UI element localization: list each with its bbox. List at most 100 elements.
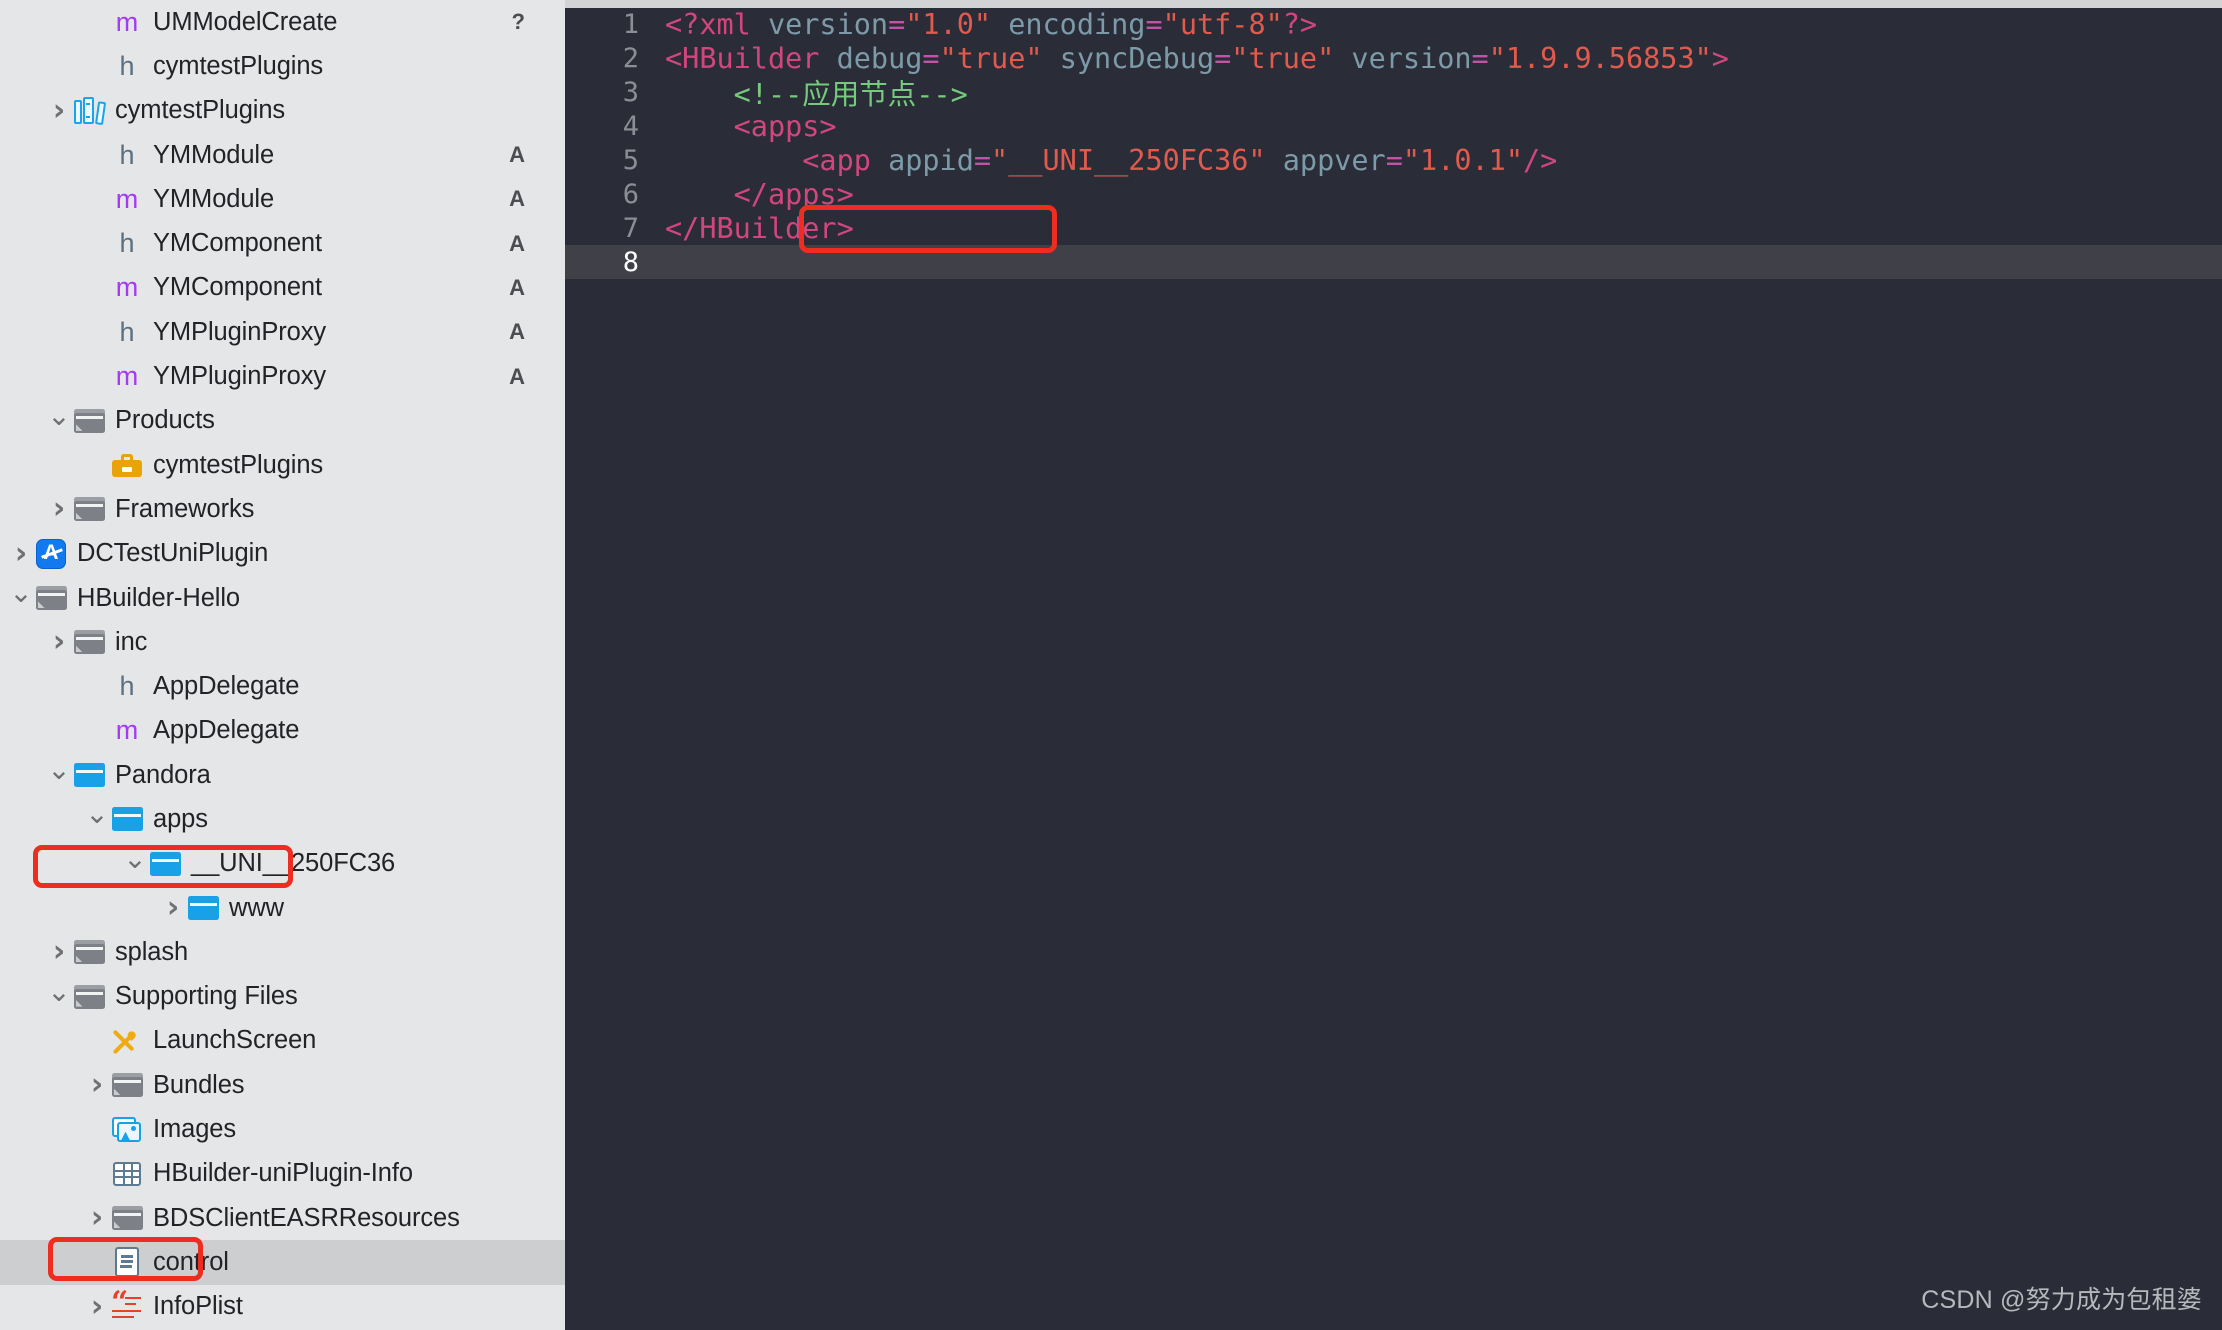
project-file-tree[interactable]: m UMModelCreate? h cymtestPlugins cymtestPlu… <box>0 0 565 1329</box>
folder-gray-icon <box>110 1203 144 1233</box>
code-token-tag: <apps> <box>665 110 837 144</box>
tree-item-cymtestplugins[interactable]: cymtestPlugins <box>0 443 565 487</box>
project-navigator-sidebar[interactable]: m UMModelCreate? h cymtestPlugins cymtestPlu… <box>0 0 565 1330</box>
code-token-tag: /> <box>1522 144 1558 177</box>
tree-item-ymcomponent[interactable]: m YMComponent A <box>0 266 565 310</box>
code-token-eq: = <box>973 144 992 177</box>
chevron-right-icon[interactable] <box>46 627 72 657</box>
code-token-attr: version <box>767 8 889 42</box>
tree-item-ympluginproxy[interactable]: m YMPluginProxy A <box>0 354 565 398</box>
code-line[interactable]: 5 <app appid="__UNI__250FC36" appver="1.… <box>565 144 2222 178</box>
tree-item-apps[interactable]: apps <box>0 797 565 841</box>
tree-item-infoplist[interactable]: InfoPlist <box>0 1285 565 1329</box>
tree-item-label: YMPluginProxy <box>153 362 327 391</box>
tree-item-dctestuniplugin[interactable]: DCTestUniPlugin <box>0 532 565 576</box>
xml-code-content[interactable]: 1 <?xml version="1.0" encoding="utf-8"?> 2… <box>565 8 2222 280</box>
chevron-right-icon[interactable] <box>46 937 72 967</box>
code-line[interactable]: 4 <apps> <box>565 110 2222 144</box>
tree-item-cymtestplugins[interactable]: cymtestPlugins <box>0 89 565 133</box>
folder-gray-icon <box>72 982 106 1012</box>
code-token-str: "utf-8" <box>1162 8 1283 42</box>
chevron-right-icon[interactable] <box>84 1070 110 1100</box>
code-token-str: "true" <box>1231 42 1335 76</box>
plist-grid-icon <box>110 1159 144 1189</box>
line-number: 2 <box>622 43 639 75</box>
tree-item-appdelegate[interactable]: h AppDelegate <box>0 664 565 708</box>
tree-item-images[interactable]: Images <box>0 1107 565 1151</box>
tree-item-control[interactable]: control <box>0 1240 565 1285</box>
chevron-down-icon[interactable] <box>122 850 148 878</box>
tree-item-inc[interactable]: inc <box>0 620 565 664</box>
tree-item-ymmodule[interactable]: h YMModule A <box>0 133 565 177</box>
m-file-icon: m <box>115 6 139 37</box>
tree-item-pandora[interactable]: Pandora <box>0 753 565 797</box>
tree-item-label: __UNI__250FC36 <box>191 849 396 878</box>
tree-item-hbuilder-uniplugin-info[interactable]: HBuilder-uniPlugin-Info <box>0 1152 565 1196</box>
xcode-window: m UMModelCreate? h cymtestPlugins cymtestPlu… <box>0 0 2222 1330</box>
scm-status-badge: A <box>509 186 525 212</box>
tree-item-label: DCTestUniPlugin <box>77 539 269 568</box>
code-token-tag: <?xml <box>665 8 768 42</box>
code-line-text: <!--应用节点--> <box>665 72 2222 113</box>
code-editor-pane[interactable]: 1 <?xml version="1.0" encoding="utf-8"?> 2… <box>565 0 2222 1330</box>
code-token-attr: appver <box>1282 144 1386 177</box>
line-number: 5 <box>622 145 639 176</box>
chevron-right-icon[interactable] <box>84 1203 110 1233</box>
tree-item-frameworks[interactable]: Frameworks <box>0 487 565 531</box>
chevron-right-icon[interactable] <box>160 893 186 923</box>
tree-item-products[interactable]: Products <box>0 399 565 443</box>
chevron-down-icon[interactable] <box>46 761 72 789</box>
code-token-tag: <app <box>665 144 889 177</box>
scm-status-badge: A <box>509 363 525 389</box>
code-token-attr <box>1043 42 1060 75</box>
line-number: 4 <box>622 111 639 143</box>
tree-item-hbuilder-hello[interactable]: HBuilder-Hello <box>0 576 565 620</box>
chevron-right-icon[interactable] <box>46 96 72 126</box>
code-token-eq: = <box>1145 8 1163 42</box>
tree-item-label: inc <box>115 627 148 656</box>
tree-item-ympluginproxy[interactable]: h YMPluginProxy A <box>0 310 565 354</box>
chevron-right-icon[interactable] <box>46 494 72 524</box>
tree-item-label: UMModelCreate <box>153 7 338 36</box>
chevron-right-icon[interactable] <box>84 1292 110 1322</box>
code-line[interactable]: 3 <!--应用节点--> <box>565 76 2222 111</box>
tree-item-appdelegate[interactable]: m AppDelegate <box>0 709 565 753</box>
chevron-right-icon[interactable] <box>8 539 34 569</box>
tree-item-bundles[interactable]: Bundles <box>0 1063 565 1107</box>
tree-item-label: InfoPlist <box>153 1292 243 1321</box>
chevron-down-icon[interactable] <box>8 584 34 612</box>
tree-item-ymmodule[interactable]: m YMModule A <box>0 177 565 221</box>
code-token-attr: debug <box>836 42 923 76</box>
scm-status-badge: A <box>509 230 525 256</box>
line-number: 3 <box>622 77 639 109</box>
tree-item-splash[interactable]: splash <box>0 930 565 974</box>
code-token-eq: = <box>1385 144 1403 177</box>
code-line[interactable]: 6 </apps> <box>565 177 2222 211</box>
code-line[interactable]: 2 <HBuilder debug="true" syncDebug="true"… <box>565 42 2222 76</box>
tree-item-label: Pandora <box>115 760 211 789</box>
chevron-down-icon[interactable] <box>46 983 72 1011</box>
folder-gray-icon <box>34 583 68 613</box>
tree-item-ummodelcreate[interactable]: m UMModelCreate? <box>0 0 565 44</box>
chevron-down-icon[interactable] <box>46 407 72 435</box>
code-line[interactable]: 8 <box>565 245 2222 280</box>
code-token-str: "__UNI__250FC36" <box>991 144 1266 177</box>
code-line[interactable]: 7 </HBuilder> <box>565 211 2222 245</box>
tree-item-cymtestplugins[interactable]: h cymtestPlugins <box>0 44 565 88</box>
tree-item-ymcomponent[interactable]: h YMComponent A <box>0 221 565 265</box>
library-icon <box>72 96 107 126</box>
line-number: 6 <box>622 178 639 210</box>
folder-blue-icon <box>72 760 106 790</box>
line-number: 7 <box>622 212 639 244</box>
code-line-text: <?xml version="1.0" encoding="utf-8"?> <box>665 8 2222 41</box>
code-line[interactable]: 1 <?xml version="1.0" encoding="utf-8"?> <box>565 8 2222 42</box>
chevron-down-icon[interactable] <box>84 805 110 833</box>
tree-item-launchscreen[interactable]: LaunchScreen <box>0 1019 565 1063</box>
tree-item-label: YMPluginProxy <box>153 317 327 346</box>
tree-item-bdsclienteasrresources[interactable]: BDSClientEASRResources <box>0 1196 565 1240</box>
h-file-icon: h <box>119 671 135 702</box>
tree-item-supporting-files[interactable]: Supporting Files <box>0 975 565 1019</box>
tree-item-www[interactable]: www <box>0 886 565 930</box>
tree-item-uni-250fc36[interactable]: __UNI__250FC36 <box>0 842 565 886</box>
scm-status-badge: A <box>509 274 525 300</box>
